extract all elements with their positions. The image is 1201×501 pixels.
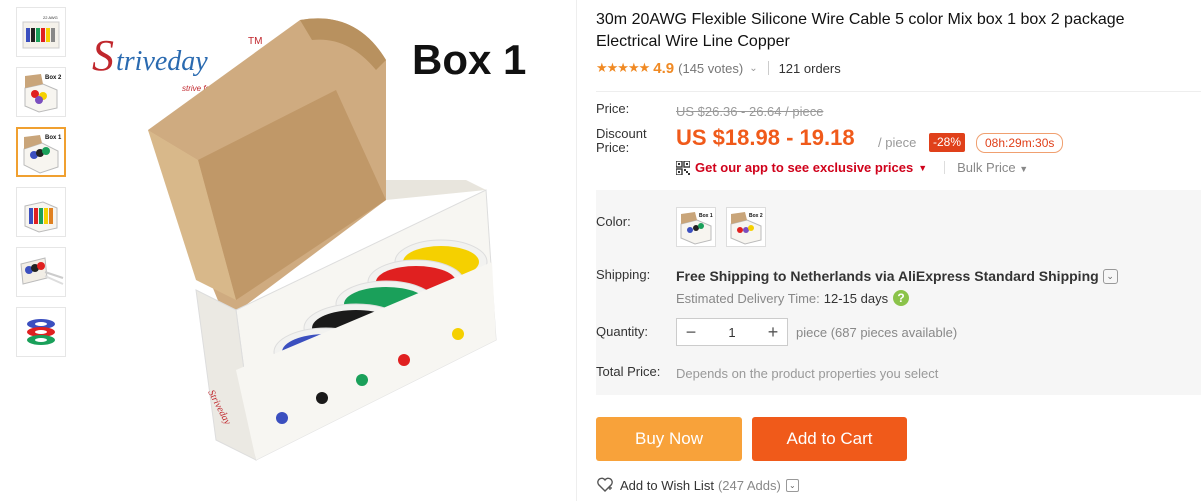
help-icon[interactable]: ? [893, 290, 910, 306]
shipping-label: Shipping: [596, 267, 651, 282]
thumbnail-3[interactable]: Box 1 [16, 127, 66, 177]
rating-value: 4.9 [653, 59, 675, 77]
divider [767, 61, 769, 75]
discount-badge: -28% [929, 133, 966, 152]
add-to-cart-button[interactable]: Add to Cart [752, 417, 907, 461]
delivery-label: Estimated Delivery Time: [676, 290, 820, 306]
product-page: 22 AWG Box 2 Box 1 S triveday TM Box 1 S… [0, 0, 1201, 501]
app-promo-link[interactable]: Get our app to see exclusive prices [695, 160, 913, 175]
caret-down-icon[interactable]: ▼ [918, 163, 927, 173]
delivery-estimate: Estimated Delivery Time: 12-15 days ? [676, 290, 910, 306]
original-price: US $26.36 - 26.64 / piece [676, 104, 824, 119]
svg-text:22 AWG: 22 AWG [43, 15, 58, 20]
product-title: 30m 20AWG Flexible Silicone Wire Cable 5… [596, 11, 1125, 50]
thumbnail-list: 22 AWG Box 2 Box 1 [16, 7, 66, 367]
quantity-label: Quantity: [596, 324, 649, 339]
thumbnail-4[interactable] [16, 187, 66, 237]
bulk-price-label: Bulk Price [957, 160, 1016, 175]
wishlist-row: Add to Wish List (247 Adds) ⌄ [596, 476, 799, 494]
quantity-availability: piece (687 pieces available) [796, 325, 958, 340]
rating-stars-icon: ★★★★★ [596, 60, 650, 75]
brand-tm: TM [248, 36, 262, 47]
color-swatch-box-2[interactable]: Box 2 [726, 207, 766, 247]
chevron-down-icon[interactable]: ⌄ [1102, 268, 1118, 284]
qr-code-icon [676, 160, 690, 175]
votes-link[interactable]: (145 votes) [678, 61, 743, 76]
quantity-increase-button[interactable]: + [759, 319, 787, 345]
app-promo-row: Get our app to see exclusive prices ▼ Bu… [676, 160, 1028, 175]
bulk-price-dropdown[interactable]: Bulk Price ▼ [944, 160, 1029, 175]
total-price-label: Total Price: [596, 364, 661, 379]
per-piece-label: / piece [878, 135, 917, 150]
thumbnail-1[interactable]: 22 AWG [16, 7, 66, 57]
orders-count: 121 orders [778, 60, 841, 76]
quantity-decrease-button[interactable]: − [677, 319, 705, 345]
countdown-timer: 08h:29m:30s [976, 133, 1064, 153]
thumbnail-6[interactable] [16, 307, 66, 357]
caret-down-icon: ▼ [1019, 164, 1029, 174]
rating-row: ★★★★★ 4.9 (145 votes) ⌄ 121 orders [596, 58, 841, 78]
total-price-note: Depends on the product properties you se… [676, 366, 939, 381]
column-divider [576, 0, 577, 501]
color-swatch-label: Box 1 [699, 213, 713, 219]
add-to-wishlist-link[interactable]: Add to Wish List [620, 478, 714, 493]
brand-logo-s: S [92, 31, 114, 80]
box-label: Box 1 [412, 36, 526, 83]
brand-logo: triveday [116, 46, 208, 77]
quantity-input[interactable]: 1 [705, 325, 759, 340]
quantity-stepper: − 1 + [676, 318, 788, 346]
thumbnail-3-label: Box 1 [45, 135, 62, 141]
thumbnail-5[interactable] [16, 247, 66, 297]
thumbnail-2[interactable]: Box 2 [16, 67, 66, 117]
color-label: Color: [596, 214, 631, 229]
main-product-image[interactable]: S triveday TM strive for a better day! B… [86, 0, 574, 501]
divider [596, 91, 1201, 92]
chevron-down-icon[interactable]: ⌄ [749, 63, 757, 74]
buy-now-button[interactable]: Buy Now [596, 417, 742, 461]
color-swatch-label: Box 2 [749, 213, 763, 219]
chevron-down-icon[interactable]: ⌄ [785, 478, 799, 492]
discount-price: US $18.98 - 19.18 [676, 125, 855, 150]
wishlist-count: (247 Adds) [717, 477, 781, 493]
discount-price-label: Discount Price: [596, 126, 647, 155]
shipping-method-text: Free Shipping to Netherlands via AliExpr… [676, 268, 1099, 284]
thumbnail-2-label: Box 2 [45, 75, 62, 81]
heart-icon[interactable] [596, 476, 614, 494]
delivery-days: 12-15 days [823, 290, 889, 306]
price-label: Price: [596, 101, 630, 116]
shipping-method[interactable]: Free Shipping to Netherlands via AliExpr… [676, 268, 1118, 284]
color-swatch-box-1[interactable]: Box 1 [676, 207, 716, 247]
